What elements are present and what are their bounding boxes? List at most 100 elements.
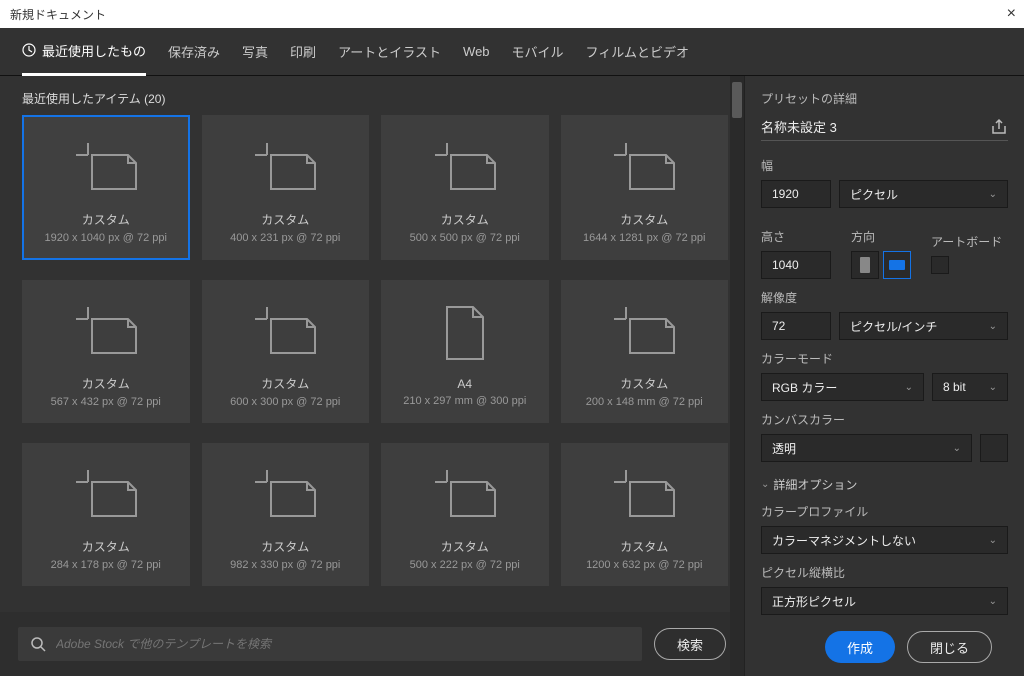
create-button[interactable]: 作成 bbox=[825, 631, 895, 663]
width-label: 幅 bbox=[761, 157, 1008, 174]
window-title: 新規ドキュメント bbox=[10, 6, 106, 23]
tab-saved[interactable]: 保存済み bbox=[168, 28, 220, 76]
titlebar: 新規ドキュメント × bbox=[0, 0, 1024, 28]
preset-card[interactable]: カスタム 1200 x 632 px @ 72 ppi bbox=[561, 443, 729, 586]
preset-card[interactable]: カスタム 500 x 222 px @ 72 ppi bbox=[381, 443, 549, 586]
tab-label: 最近使用したもの bbox=[42, 41, 146, 60]
clock-icon bbox=[22, 43, 36, 57]
chevron-down-icon: ⌄ bbox=[989, 596, 997, 607]
resolution-input[interactable]: 72 bbox=[761, 312, 831, 340]
profile-select[interactable]: カラーマネジメントしない⌄ bbox=[761, 526, 1008, 554]
background-label: カンバスカラー bbox=[761, 411, 1008, 428]
preset-card[interactable]: カスタム200 x 148 mm @ 72 ppi bbox=[561, 280, 729, 423]
bitdepth-select[interactable]: 8 bit⌄ bbox=[932, 373, 1008, 401]
background-select[interactable]: 透明⌄ bbox=[761, 434, 972, 462]
custom-doc-icon bbox=[74, 135, 138, 199]
preset-card-name: カスタム bbox=[620, 211, 668, 228]
tab-label: フィルムとビデオ bbox=[586, 42, 689, 61]
preset-card-dims: 1920 x 1040 px @ 72 ppi bbox=[45, 232, 167, 244]
preset-card[interactable]: カスタム 1920 x 1040 px @ 72 ppi bbox=[22, 115, 190, 260]
chevron-down-icon: ⌄ bbox=[989, 535, 997, 546]
preset-card-dims: 210 x 297 mm @ 300 ppi bbox=[403, 395, 526, 407]
search-button[interactable]: 検索 bbox=[654, 628, 726, 660]
preset-card[interactable]: カスタム 600 x 300 px @ 72 ppi bbox=[202, 280, 370, 423]
preset-card-dims: 982 x 330 px @ 72 ppi bbox=[230, 559, 340, 571]
category-tabs: 最近使用したもの 保存済み 写真 印刷 アートとイラスト Web モバイル フィルムとビデオ bbox=[0, 28, 1024, 76]
height-input[interactable]: 1040 bbox=[761, 251, 831, 279]
custom-doc-icon bbox=[612, 135, 676, 199]
artboard-checkbox[interactable] bbox=[931, 256, 949, 274]
search-input[interactable] bbox=[56, 637, 630, 651]
search-icon bbox=[30, 636, 46, 652]
close-button[interactable]: 閉じる bbox=[907, 631, 992, 663]
resolution-label: 解像度 bbox=[761, 289, 1008, 306]
chevron-down-icon: ⌄ bbox=[989, 382, 997, 393]
resolution-unit-select[interactable]: ピクセル/インチ⌄ bbox=[839, 312, 1008, 340]
preset-card-name: A4 bbox=[457, 377, 472, 391]
close-icon[interactable]: × bbox=[1007, 5, 1016, 23]
stock-search[interactable] bbox=[18, 627, 642, 661]
chevron-down-icon: ⌄ bbox=[953, 443, 961, 454]
tab-web[interactable]: Web bbox=[463, 28, 490, 76]
tab-label: 写真 bbox=[242, 42, 268, 61]
preset-card-dims: 400 x 231 px @ 72 ppi bbox=[230, 232, 340, 244]
chevron-down-icon: ⌄ bbox=[989, 321, 997, 332]
custom-doc-icon bbox=[253, 299, 317, 363]
width-input[interactable]: 1920 bbox=[761, 180, 831, 208]
preset-card[interactable]: カスタム 1644 x 1281 px @ 72 ppi bbox=[561, 115, 729, 260]
preset-card[interactable]: カスタム500 x 500 px @ 72 ppi bbox=[381, 115, 549, 260]
tab-label: アートとイラスト bbox=[338, 42, 441, 61]
preset-card-dims: 1200 x 632 px @ 72 ppi bbox=[586, 559, 702, 571]
colormode-select[interactable]: RGB カラー⌄ bbox=[761, 373, 924, 401]
save-preset-icon[interactable] bbox=[990, 118, 1008, 136]
preset-card-name: カスタム bbox=[620, 375, 668, 392]
pixelratio-select[interactable]: 正方形ピクセル⌄ bbox=[761, 587, 1008, 615]
preset-card[interactable]: A4 210 x 297 mm @ 300 ppi bbox=[381, 280, 549, 423]
chevron-down-icon: ⌄ bbox=[905, 382, 913, 393]
orientation-landscape[interactable] bbox=[883, 251, 911, 279]
artboard-label: アートボード bbox=[931, 233, 1002, 250]
preset-card-name: カスタム bbox=[82, 375, 130, 392]
scrollbar-thumb[interactable] bbox=[732, 82, 742, 118]
tab-label: 保存済み bbox=[168, 42, 220, 61]
preset-card-name: カスタム bbox=[261, 538, 309, 555]
preset-card-dims: 500 x 222 px @ 72 ppi bbox=[410, 559, 520, 571]
height-label: 高さ bbox=[761, 228, 831, 245]
preset-card-name: カスタム bbox=[82, 538, 130, 555]
scrollbar[interactable] bbox=[730, 76, 744, 676]
tab-print[interactable]: 印刷 bbox=[290, 28, 316, 76]
custom-doc-icon bbox=[433, 135, 497, 199]
orientation-portrait[interactable] bbox=[851, 251, 879, 279]
tab-recent[interactable]: 最近使用したもの bbox=[22, 28, 146, 76]
tab-art[interactable]: アートとイラスト bbox=[338, 28, 441, 76]
page-icon bbox=[443, 301, 487, 365]
tab-mobile[interactable]: モバイル bbox=[512, 28, 564, 76]
preset-card-dims: 600 x 300 px @ 72 ppi bbox=[230, 396, 340, 408]
chevron-down-icon: ⌄ bbox=[761, 479, 769, 490]
tab-label: 印刷 bbox=[290, 42, 316, 61]
preset-card-dims: 1644 x 1281 px @ 72 ppi bbox=[583, 232, 705, 244]
custom-doc-icon bbox=[253, 135, 317, 199]
tab-photo[interactable]: 写真 bbox=[242, 28, 268, 76]
preset-name-field[interactable]: 名称未設定 3 bbox=[761, 117, 837, 136]
preset-card-name: カスタム bbox=[82, 211, 130, 228]
colormode-label: カラーモード bbox=[761, 350, 1008, 367]
background-swatch[interactable] bbox=[980, 434, 1008, 462]
orientation-label: 方向 bbox=[851, 228, 911, 245]
advanced-toggle[interactable]: ⌄ 詳細オプション bbox=[761, 476, 1008, 493]
tab-label: モバイル bbox=[512, 42, 564, 61]
preset-card[interactable]: カスタム 284 x 178 px @ 72 ppi bbox=[22, 443, 190, 586]
unit-select[interactable]: ピクセル⌄ bbox=[839, 180, 1008, 208]
preset-card[interactable]: カスタム 982 x 330 px @ 72 ppi bbox=[202, 443, 370, 586]
preset-card-name: カスタム bbox=[441, 538, 489, 555]
custom-doc-icon bbox=[253, 462, 317, 526]
preset-card[interactable]: カスタム567 x 432 px @ 72 ppi bbox=[22, 280, 190, 423]
preset-card[interactable]: カスタム400 x 231 px @ 72 ppi bbox=[202, 115, 370, 260]
preset-card-dims: 500 x 500 px @ 72 ppi bbox=[410, 232, 520, 244]
custom-doc-icon bbox=[612, 462, 676, 526]
custom-doc-icon bbox=[74, 462, 138, 526]
preset-card-dims: 284 x 178 px @ 72 ppi bbox=[51, 559, 161, 571]
tab-film[interactable]: フィルムとビデオ bbox=[586, 28, 689, 76]
preset-card-name: カスタム bbox=[620, 538, 668, 555]
preset-card-name: カスタム bbox=[261, 375, 309, 392]
